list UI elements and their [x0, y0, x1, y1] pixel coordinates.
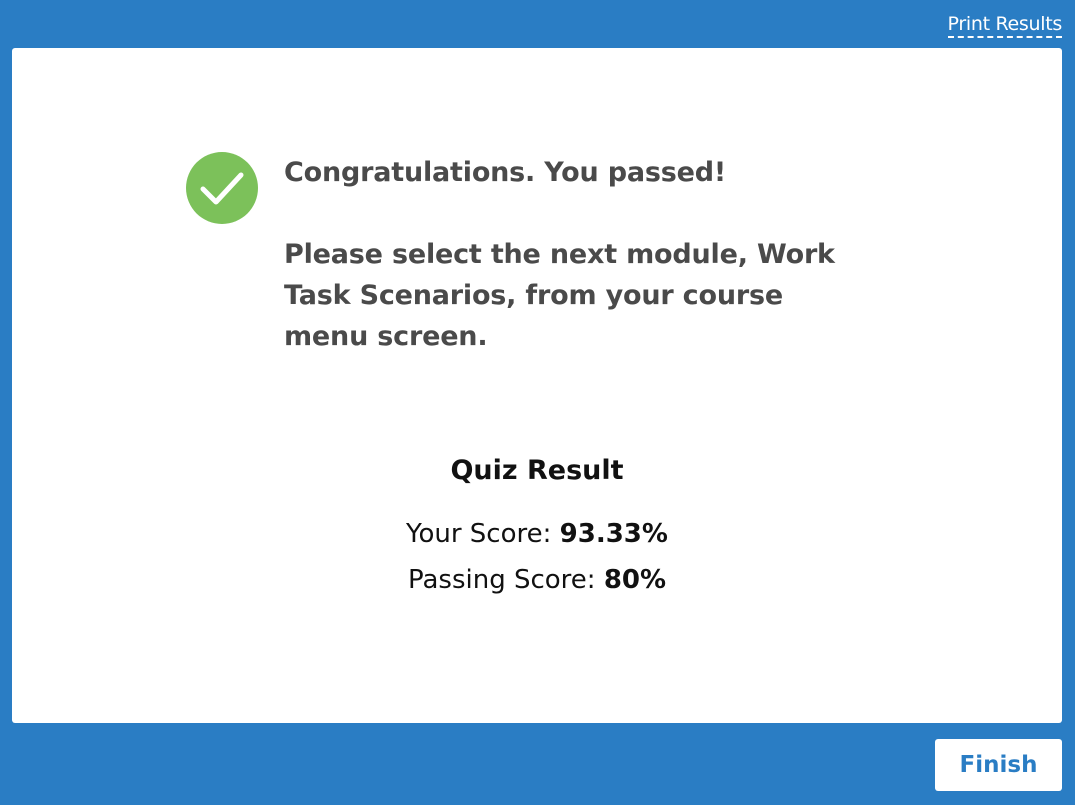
- your-score-label: Your Score:: [406, 519, 560, 549]
- your-score-value: 93.33%: [559, 519, 668, 549]
- passing-score-value: 80%: [603, 565, 667, 595]
- check-circle-icon: [186, 152, 258, 224]
- passing-score-label: Passing Score:: [407, 565, 604, 595]
- result-message: Congratulations. You passed! Please sele…: [284, 152, 844, 357]
- passing-score-line: Passing Score: 80%: [12, 557, 1062, 603]
- your-score-line: Your Score: 93.33%: [12, 511, 1062, 557]
- quiz-result-section: Quiz Result Your Score: 93.33% Passing S…: [12, 453, 1062, 603]
- finish-button[interactable]: Finish: [935, 739, 1062, 791]
- result-headline: Congratulations. You passed!: [284, 157, 726, 188]
- result-card: Congratulations. You passed! Please sele…: [12, 48, 1062, 723]
- quiz-result-title: Quiz Result: [450, 455, 624, 486]
- print-results-link[interactable]: Print Results: [947, 12, 1062, 38]
- result-instruction: Please select the next module, Work Task…: [284, 239, 835, 352]
